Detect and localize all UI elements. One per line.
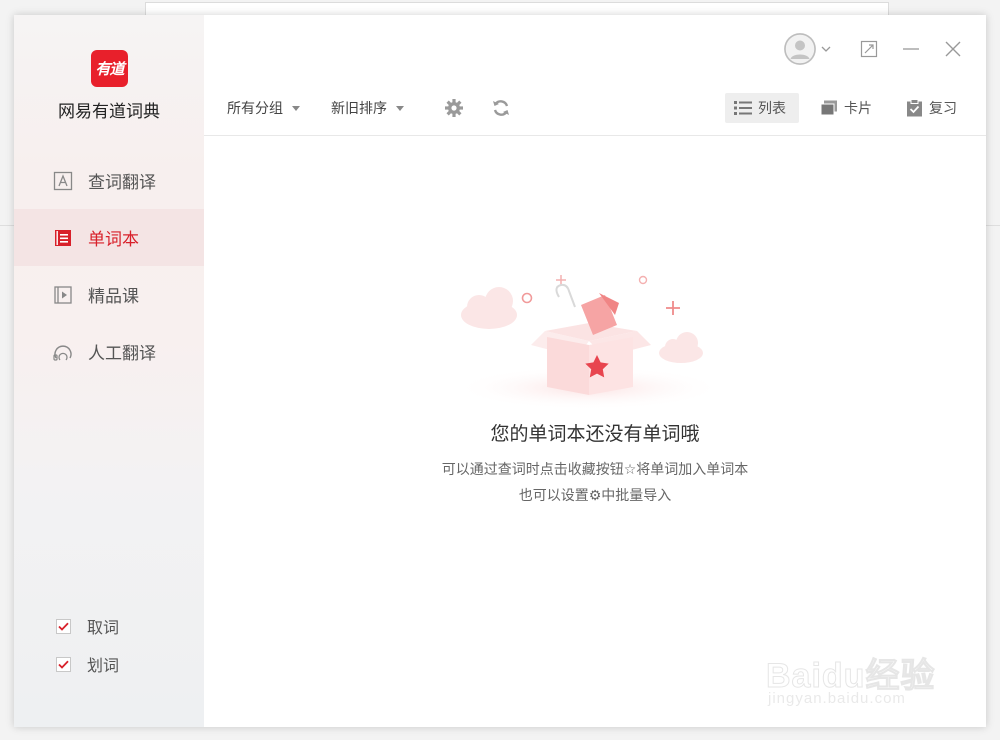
account-dropdown-chevron-icon[interactable] — [818, 38, 834, 60]
sidebar-nav: 查词翻译 单词本 精品课 人工翻译 — [14, 152, 204, 380]
sort-order-label: 新旧排序 — [331, 101, 387, 117]
human-translate-icon — [52, 341, 74, 363]
background-window-strip — [145, 2, 889, 16]
title-bar-controls — [784, 33, 986, 65]
option-label: 取词 — [87, 618, 120, 637]
review-icon — [907, 99, 922, 117]
gear-icon[interactable] — [444, 93, 464, 123]
checkbox[interactable] — [56, 656, 71, 672]
refresh-icon[interactable] — [491, 93, 511, 123]
app-logo: 有道 — [91, 50, 128, 87]
view-cards-label: 卡片 — [844, 101, 872, 117]
dictionary-icon — [52, 170, 74, 192]
main-panel: 所有分组 新旧排序 列表 卡片 复习 您的单词本还没有单词哦 可以通过查词时点击… — [204, 15, 986, 727]
watermark-subtext: jingyan.baidu.com — [768, 690, 906, 707]
view-review-button[interactable]: 复习 — [897, 93, 969, 123]
group-filter-dropdown[interactable]: 所有分组 — [227, 93, 300, 123]
watermark: Baidu经验 jingyan.baidu.com — [754, 632, 954, 712]
wordbook-icon — [52, 227, 74, 249]
list-icon — [734, 101, 752, 115]
caret-down-icon — [292, 105, 300, 111]
view-cards-button[interactable]: 卡片 — [811, 93, 883, 123]
option-select-word[interactable]: 划词 — [56, 645, 119, 683]
option-capture-word[interactable]: 取词 — [56, 607, 119, 645]
sidebar-item-label: 单词本 — [88, 230, 139, 250]
option-label: 划词 — [87, 656, 120, 675]
group-filter-label: 所有分组 — [227, 101, 283, 117]
checkbox[interactable] — [56, 618, 71, 634]
checkmark-icon — [58, 622, 69, 631]
sidebar-item-label: 精品课 — [88, 287, 139, 307]
sidebar-item-human-translate[interactable]: 人工翻译 — [14, 323, 204, 380]
course-play-icon — [52, 284, 74, 306]
user-icon — [784, 33, 816, 65]
avatar[interactable] — [784, 33, 816, 65]
empty-box-illustration — [454, 275, 724, 410]
wordbook-toolbar: 所有分组 新旧排序 列表 卡片 复习 — [204, 93, 986, 136]
sidebar-item-wordbook[interactable]: 单词本 — [14, 209, 204, 266]
empty-state-title: 您的单词本还没有单词哦 — [490, 423, 700, 445]
capture-options: 取词 划词 — [56, 607, 119, 683]
sort-order-dropdown[interactable]: 新旧排序 — [331, 93, 404, 123]
sidebar: 有道 网易有道词典 查词翻译 单词本 精品课 人工翻译 取词 划词 — [14, 15, 204, 727]
checkmark-icon — [58, 660, 69, 669]
empty-state-hint-2: 也可以设置⚙中批量导入 — [518, 488, 672, 504]
close-icon[interactable] — [942, 38, 964, 60]
caret-down-icon — [396, 105, 404, 111]
sidebar-item-label: 查词翻译 — [88, 173, 156, 193]
restore-window-icon[interactable] — [858, 38, 880, 60]
sidebar-item-lookup[interactable]: 查词翻译 — [14, 152, 204, 209]
app-window: 有道 网易有道词典 查词翻译 单词本 精品课 人工翻译 取词 划词 所有分组 新… — [14, 15, 986, 727]
sidebar-item-courses[interactable]: 精品课 — [14, 266, 204, 323]
view-review-label: 复习 — [929, 101, 957, 117]
view-list-button[interactable]: 列表 — [725, 93, 799, 123]
view-list-label: 列表 — [758, 101, 786, 117]
cards-icon — [820, 100, 837, 116]
minimize-icon[interactable] — [900, 38, 922, 60]
app-name: 网易有道词典 — [58, 102, 160, 122]
empty-state-hint-1: 可以通过查词时点击收藏按钮☆将单词加入单词本 — [441, 462, 749, 478]
sidebar-item-label: 人工翻译 — [88, 344, 156, 364]
